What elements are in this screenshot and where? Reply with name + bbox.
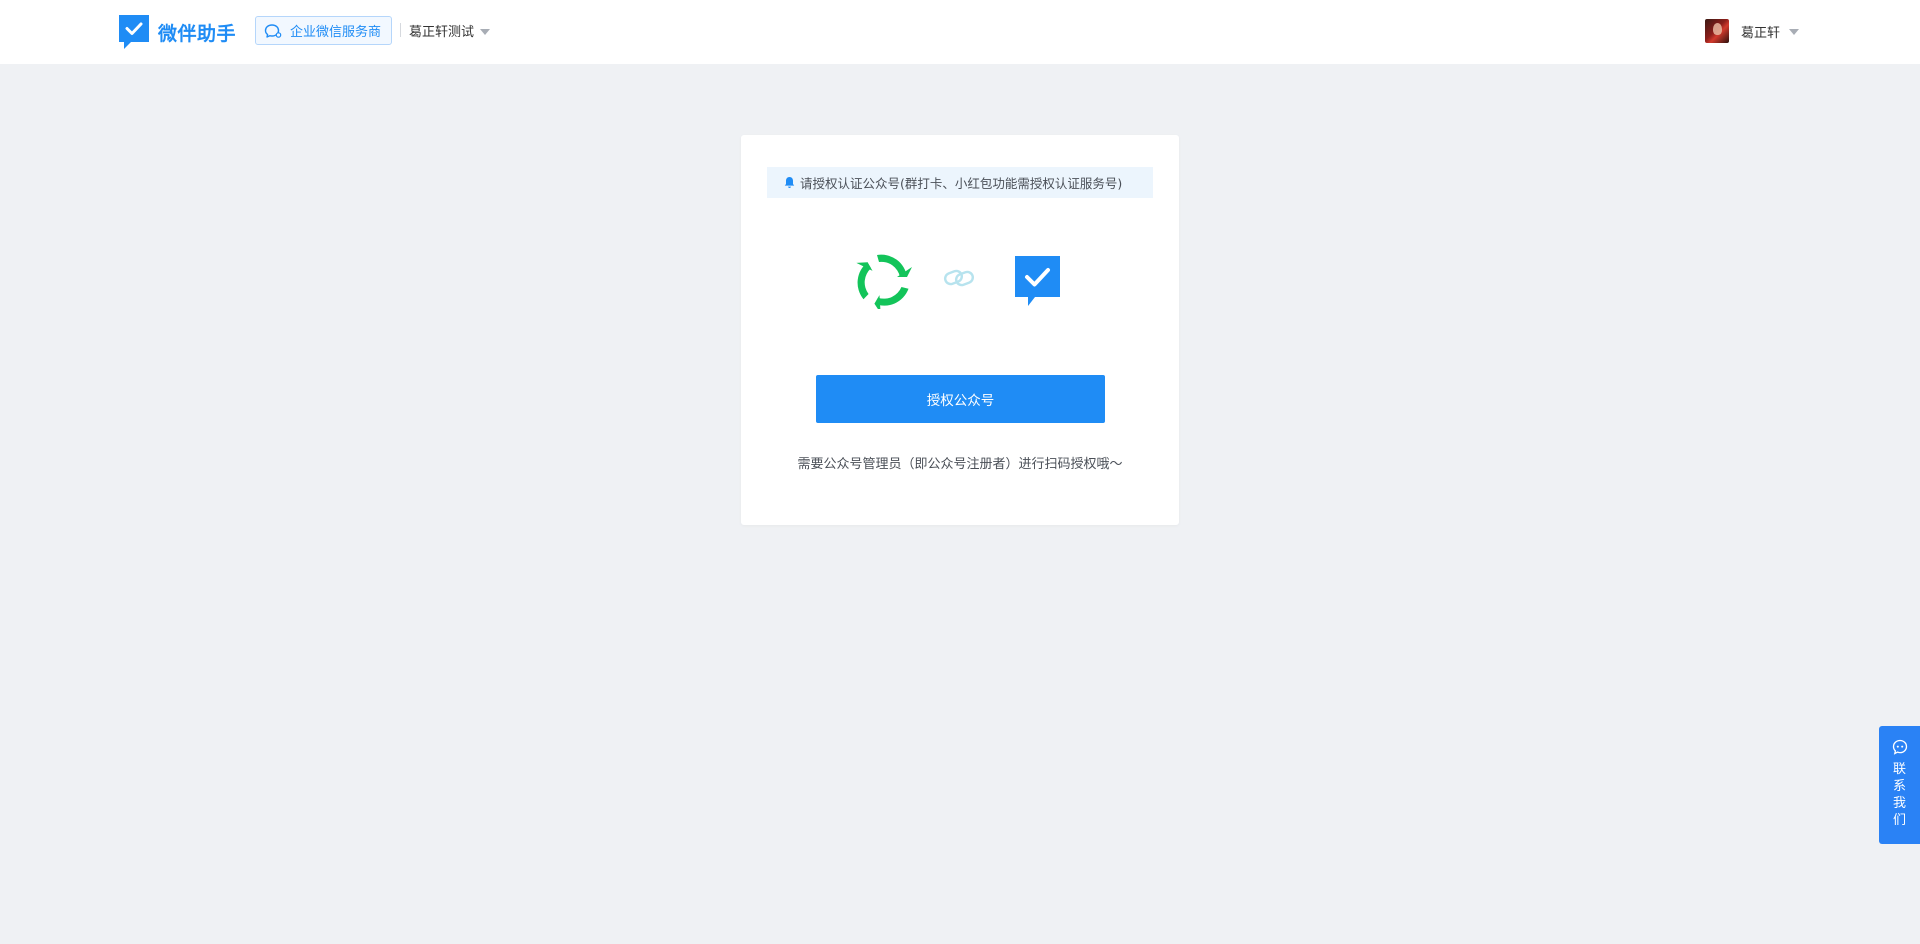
org-select-dropdown[interactable]: 葛正轩测试	[409, 21, 491, 40]
partner-badge-label: 企业微信服务商	[290, 25, 382, 40]
contact-label-char: 们	[1892, 813, 1906, 828]
authorize-official-account-button[interactable]: 授权公众号	[816, 375, 1105, 423]
contact-label-char: 联	[1892, 762, 1906, 777]
header-divider	[400, 23, 401, 37]
wechat-logo-icon	[856, 254, 912, 309]
user-name: 葛正轩	[1740, 25, 1780, 41]
contact-label-char: 系	[1892, 779, 1906, 794]
contact-label: 联 系 我 们	[1893, 761, 1906, 829]
user-menu-dropdown[interactable]: 葛正轩	[1704, 19, 1799, 43]
brand-home-link[interactable]: 微伴助手	[119, 15, 236, 49]
contact-label-char: 我	[1892, 796, 1906, 811]
notice-text: 请授权认证公众号(群打卡、小红包功能需授权认证服务号)	[800, 176, 1123, 191]
authorize-card: 请授权认证公众号(群打卡、小红包功能需授权认证服务号) 授权公众号 需要公众号管…	[741, 135, 1179, 525]
auth-icons-row	[741, 253, 1179, 313]
bell-icon	[784, 177, 795, 188]
checkmark-chat-icon	[1015, 256, 1060, 306]
top-header: 微伴助手 企业微信服务商 葛正轩测试 葛正轩	[0, 0, 1920, 64]
chat-bubble-icon	[264, 23, 282, 38]
avatar	[1704, 19, 1729, 43]
chat-face-icon	[1892, 739, 1907, 755]
checkmark-chat-icon	[119, 15, 149, 49]
notice-banner: 请授权认证公众号(群打卡、小红包功能需授权认证服务号)	[767, 167, 1153, 198]
contact-us-button[interactable]: 联 系 我 们	[1879, 726, 1920, 844]
org-select-value: 葛正轩测试	[409, 25, 475, 40]
auth-hint-text: 需要公众号管理员（即公众号注册者）进行扫码授权哦～	[797, 457, 1123, 472]
link-icon	[943, 269, 975, 287]
brand-name: 微伴助手	[158, 22, 237, 45]
caret-down-icon	[480, 28, 491, 35]
partner-badge[interactable]: 企业微信服务商	[255, 16, 393, 45]
caret-down-icon	[1789, 29, 1799, 35]
